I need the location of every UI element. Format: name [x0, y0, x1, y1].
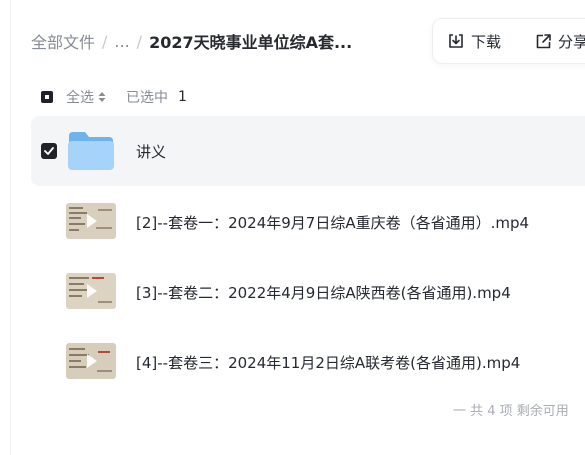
- breadcrumb-current: 2027天晓事业单位综A套...: [149, 33, 353, 52]
- folder-icon: [68, 132, 114, 170]
- share-button[interactable]: 分享: [535, 31, 585, 52]
- breadcrumb-ellipsis[interactable]: ...: [114, 32, 129, 51]
- share-label: 分享: [558, 32, 585, 51]
- list-header: 全选 已选中 1: [41, 87, 187, 107]
- download-icon: [449, 34, 463, 48]
- download-label: 下载: [471, 32, 502, 51]
- select-all-label[interactable]: 全选: [66, 87, 94, 107]
- list-summary: 一 共 4 项 剩余可用: [453, 404, 569, 419]
- breadcrumb-root[interactable]: 全部文件: [31, 29, 95, 53]
- list-item-folder[interactable]: 讲义: [31, 116, 585, 186]
- breadcrumb-separator: /: [136, 31, 143, 51]
- selected-count: 1: [178, 89, 187, 105]
- breadcrumb-separator: /: [102, 31, 108, 51]
- file-name[interactable]: [3]--套卷二：2022年4月9日综A陕西卷(各省通用).mp4: [136, 282, 511, 303]
- file-name[interactable]: [2]--套卷一：2024年9月7日综A重庆卷（各省通用）.mp4: [136, 212, 529, 233]
- sort-icon[interactable]: [98, 91, 106, 103]
- action-toolbar: 下载 分享: [432, 18, 585, 64]
- download-button[interactable]: 下载: [447, 31, 501, 52]
- breadcrumb: 全部文件 / ... / 2027天晓事业单位综A套...: [31, 28, 352, 54]
- select-all-checkbox[interactable]: [41, 91, 53, 103]
- video-thumbnail: [66, 343, 116, 379]
- file-name[interactable]: [4]--套卷三：2024年11月2日综A联考卷(各省通用).mp4: [136, 352, 520, 373]
- video-thumbnail: [66, 273, 116, 309]
- video-thumbnail: [66, 203, 116, 239]
- list-item-video[interactable]: [2]--套卷一：2024年9月7日综A重庆卷（各省通用）.mp4: [31, 186, 585, 256]
- list-item-video[interactable]: [3]--套卷二：2022年4月9日综A陕西卷(各省通用).mp4: [31, 256, 585, 326]
- checkmark-icon: [44, 147, 54, 155]
- sidebar-divider: [10, 0, 11, 455]
- selected-label: 已选中: [126, 90, 168, 106]
- share-icon: [536, 33, 551, 48]
- list-item-video[interactable]: [4]--套卷三：2024年11月2日综A联考卷(各省通用).mp4: [31, 326, 585, 396]
- file-name[interactable]: 讲义: [136, 141, 166, 162]
- row-checkbox-checked[interactable]: [41, 143, 57, 159]
